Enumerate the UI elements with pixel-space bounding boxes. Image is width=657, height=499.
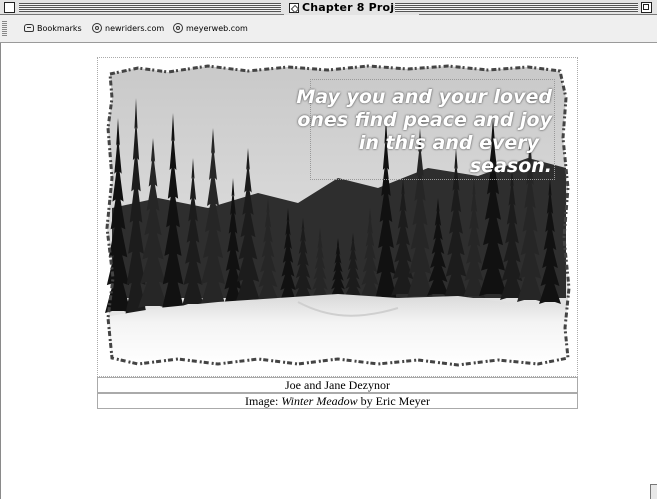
- photo-cell: May you and your loved ones find peace a…: [97, 57, 578, 377]
- bookmarks-button[interactable]: Bookmarks: [24, 21, 82, 35]
- zoom-box-icon[interactable]: [641, 2, 652, 13]
- greeting-line-3: in this and every: [358, 132, 539, 154]
- globe-icon: [173, 23, 183, 33]
- bookmarks-icon: [24, 24, 34, 32]
- credit-prefix: Image:: [245, 394, 282, 408]
- credit-suffix: by Eric Meyer: [357, 394, 430, 408]
- greeting-line-4: season.: [469, 155, 552, 177]
- greeting-card: May you and your loved ones find peace a…: [97, 57, 578, 410]
- close-box-icon[interactable]: [4, 2, 15, 13]
- meyerweb-link[interactable]: meyerweb.com: [173, 21, 248, 35]
- meyerweb-label: meyerweb.com: [186, 23, 248, 33]
- newriders-label: newriders.com: [105, 23, 165, 33]
- personal-toolbar: Bookmarks newriders.com meyerweb.com: [0, 15, 657, 43]
- globe-icon: [92, 23, 102, 33]
- document-icon: [289, 2, 299, 13]
- window-title-bar[interactable]: Chapter 8 Project: [0, 0, 657, 15]
- title-bar-stripes-left: [19, 3, 281, 12]
- title-bar-stripes-right: [395, 3, 638, 12]
- toolbar-grippy-icon[interactable]: [2, 21, 7, 36]
- resize-grip-icon[interactable]: [650, 484, 657, 499]
- greeting-line-2: ones find peace and joy: [297, 109, 552, 131]
- image-credit: Image: Winter Meadow by Eric Meyer: [97, 393, 578, 409]
- greeting-line-1: May you and your loved: [296, 86, 552, 108]
- window-left-edge: [0, 43, 1, 499]
- names-caption: Joe and Jane Dezynor: [97, 377, 578, 393]
- credit-title: Winter Meadow: [281, 394, 358, 408]
- bookmarks-label: Bookmarks: [37, 23, 82, 33]
- newriders-link[interactable]: newriders.com: [92, 21, 164, 35]
